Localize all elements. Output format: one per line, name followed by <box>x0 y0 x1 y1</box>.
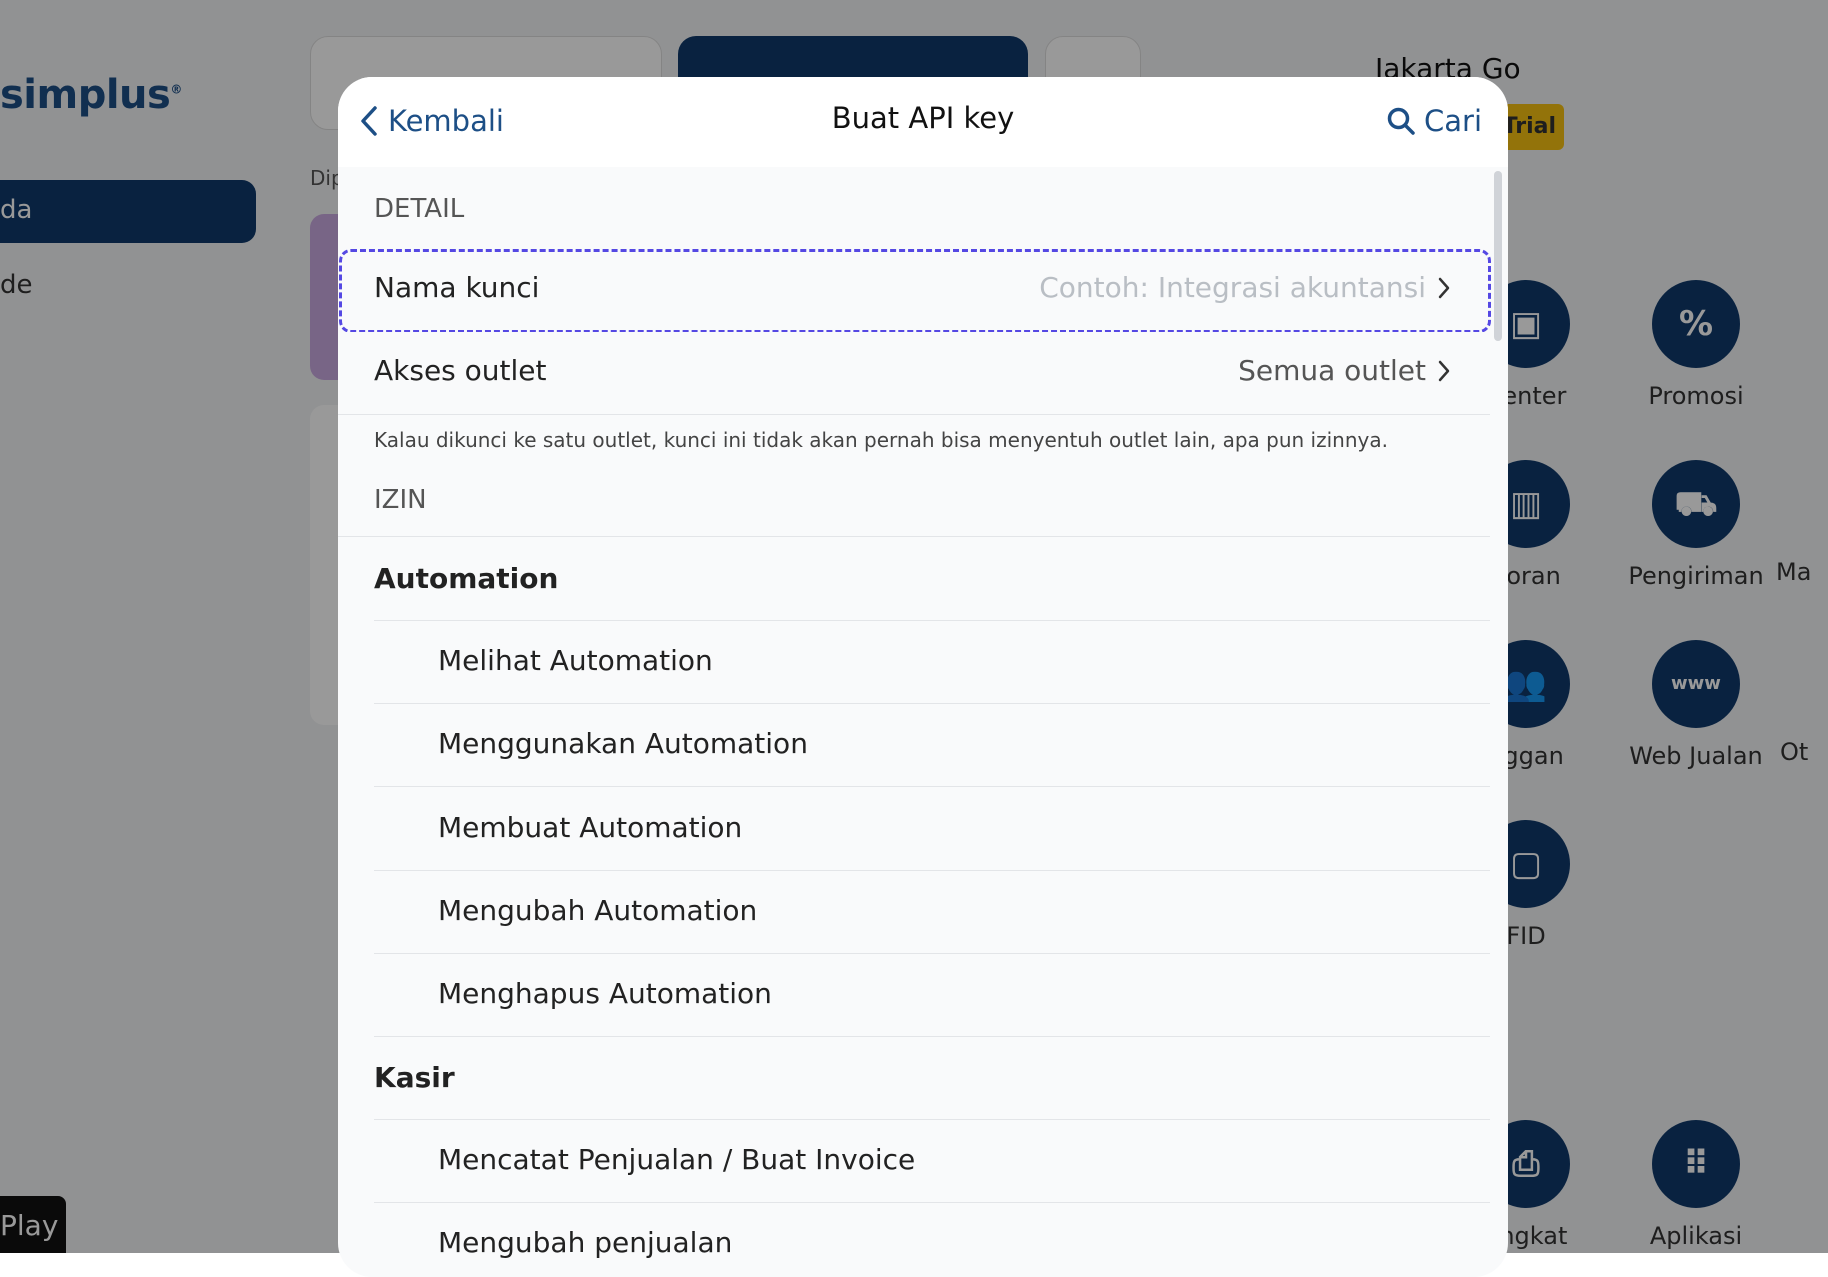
permission-item[interactable]: Menghapus Automation <box>438 977 772 1010</box>
key-name-label: Nama kunci <box>374 271 540 304</box>
modal-title: Buat API key <box>831 101 1015 135</box>
outlet-access-note: Kalau dikunci ke satu outlet, kunci ini … <box>374 428 1388 452</box>
modal-scrollbar[interactable] <box>1494 171 1502 341</box>
permission-item[interactable]: Mengubah penjualan <box>438 1226 732 1259</box>
key-name-placeholder: Contoh: Integrasi akuntansi <box>1039 271 1450 304</box>
permission-item[interactable]: Mengubah Automation <box>438 894 757 927</box>
divider <box>374 870 1490 871</box>
search-button-label: Cari <box>1424 104 1482 138</box>
search-icon <box>1387 107 1415 135</box>
divider <box>374 786 1490 787</box>
divider <box>374 1036 1490 1037</box>
search-button[interactable]: Cari <box>1386 101 1482 141</box>
outlet-access-label: Akses outlet <box>374 354 547 387</box>
chevron-right-icon <box>1438 360 1450 381</box>
detail-section-label: DETAIL <box>374 194 465 224</box>
modal-header: Kembali Buat API key Cari <box>338 77 1508 167</box>
divider <box>374 1119 1490 1120</box>
permission-group-title[interactable]: Kasir <box>374 1061 455 1094</box>
create-api-key-modal: Kembali Buat API key Cari DETAIL Nama ku… <box>338 77 1508 1277</box>
outlet-access-value: Semua outlet <box>1238 354 1450 387</box>
divider <box>338 414 1490 415</box>
divider <box>338 536 1490 537</box>
chevron-right-icon <box>1438 277 1450 298</box>
permission-group-title[interactable]: Automation <box>374 562 558 595</box>
divider <box>374 1202 1490 1203</box>
permission-item[interactable]: Membuat Automation <box>438 811 742 844</box>
outlet-access-field[interactable]: Akses outlet Semua outlet <box>338 332 1490 412</box>
permission-item[interactable]: Menggunakan Automation <box>438 727 808 760</box>
key-name-field[interactable]: Nama kunci Contoh: Integrasi akuntansi <box>338 249 1490 329</box>
permission-item[interactable]: Melihat Automation <box>438 644 713 677</box>
permission-section-label: IZIN <box>374 485 427 515</box>
permission-item[interactable]: Mencatat Penjualan / Buat Invoice <box>438 1143 915 1176</box>
divider <box>374 953 1490 954</box>
divider <box>374 703 1490 704</box>
divider <box>374 620 1490 621</box>
